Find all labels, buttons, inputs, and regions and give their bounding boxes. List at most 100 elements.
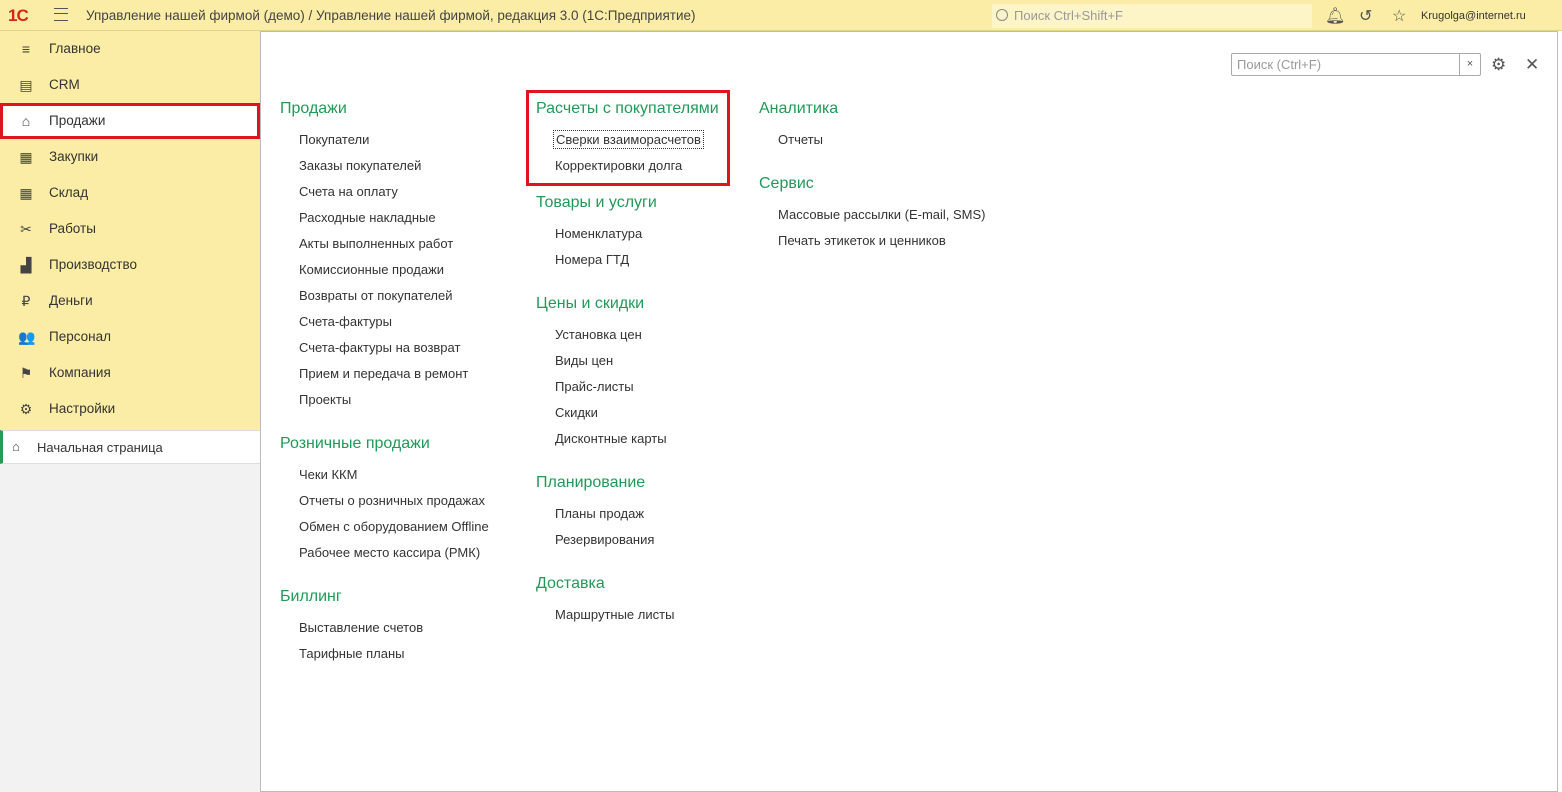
menu-link[interactable]: Сверки взаиморасчетов [536,130,719,158]
history-icon[interactable]: ↺ [1359,6,1372,26]
sidebar-item[interactable]: ✂ Работы [0,211,260,247]
sidebar-item[interactable]: ▦ Закупки [0,139,260,175]
section-icon: ✂ [20,221,32,237]
menu-link[interactable]: Прием и передача в ремонт [280,366,491,392]
menu-link-label: Номера ГТД [555,252,630,267]
menu-link-label: Заказы покупателей [299,158,422,173]
menu-link[interactable]: Резервирования [536,532,719,558]
user-name[interactable]: Krugolga@internet.ru [1421,10,1526,22]
menu-link[interactable]: Покупатели [280,132,491,158]
star-icon[interactable]: ☆ [1392,6,1406,26]
menu-link[interactable]: Номера ГТД [536,252,719,278]
section-icon: ⚙ [19,401,33,417]
menu-link-label: Сверки взаиморасчетов [553,130,704,149]
menu-link[interactable]: Возвраты от покупателей [280,288,491,314]
menu-link-label: Проекты [299,392,352,407]
sidebar-item[interactable]: ▤ CRM [0,67,260,103]
menu-link[interactable]: Виды цен [536,353,719,379]
menu-link[interactable]: Расходные накладные [280,210,491,236]
search-placeholder: Поиск (Ctrl+F) [1237,57,1322,72]
menu-link[interactable]: Планы продаж [536,506,719,532]
menu-link[interactable]: Печать этикеток и ценников [759,233,988,259]
menu-link[interactable]: Выставление счетов [280,620,491,646]
menu-link-label: Планы продаж [555,506,645,521]
group-title: Планирование [536,474,646,491]
menu-link[interactable]: Заказы покупателей [280,158,491,184]
gear-icon[interactable]: ⚙ [1491,55,1506,75]
sidebar-item[interactable]: ₽ Деньги [0,283,260,319]
menu-link[interactable]: Дисконтные карты [536,431,719,457]
sidebar-item[interactable]: 👥 Персонал [0,319,260,355]
menu-group: Сервис Массовые рассылки (E-mail, SMS) Печ… [759,174,988,259]
menu-link[interactable]: Чеки ККМ [280,467,491,493]
main-menu-icon[interactable] [54,8,68,21]
function-search-input[interactable]: Поиск (Ctrl+F) × [1231,53,1481,76]
sidebar-item-label: Склад [49,185,89,200]
menu-link[interactable]: Маршрутные листы [536,607,719,633]
group-title: Расчеты с покупателями [536,100,719,117]
sidebar-item[interactable]: ▦ Склад [0,175,260,211]
menu-link[interactable]: Счета на оплату [280,184,491,210]
menu-link[interactable]: Отчеты [759,132,988,158]
section-icon: ⚑ [19,365,33,381]
sidebar-item-label: Работы [49,221,96,236]
menu-link-label: Виды цен [555,353,614,368]
menu-link-label: Массовые рассылки (E-mail, SMS) [778,207,986,222]
menu-link[interactable]: Счета-фактуры на возврат [280,340,491,366]
menu-link[interactable]: Корректировки долга [536,158,719,184]
menu-link-label: Прайс-листы [555,379,634,394]
menu-link-label: Тарифные планы [299,646,405,661]
menu-link[interactable]: Массовые рассылки (E-mail, SMS) [759,207,988,233]
menu-link-label: Резервирования [555,532,655,547]
group-title: Товары и услуги [536,194,657,211]
menu-link-label: Счета-фактуры на возврат [299,340,461,355]
menu-group: Продажи Покупатели Заказы покупателей Счета… [280,99,491,418]
group-title: Сервис [759,175,814,192]
menu-link[interactable]: Проекты [280,392,491,418]
search-placeholder: Поиск Ctrl+Shift+F [1014,8,1123,23]
menu-link[interactable]: Тарифные планы [280,646,491,672]
home-page-tab[interactable]: ⌂ Начальная страница [0,430,260,464]
column-1: Продажи Покупатели Заказы покупателей Счета… [280,99,491,688]
menu-link-label: Обмен с оборудованием Offline [299,519,489,534]
column-2: Расчеты с покупателями Сверки взаиморасче… [526,90,730,649]
menu-group: Биллинг Выставление счетов Тарифные планы [280,587,491,672]
menu-group: Расчеты с покупателями Сверки взаиморасче… [526,90,730,186]
menu-group: Аналитика Отчеты [759,99,988,158]
menu-link[interactable]: Рабочее место кассира (РМК) [280,545,491,571]
sidebar-item[interactable]: ▟ Производство [0,247,260,283]
sidebar-item[interactable]: ⚑ Компания [0,355,260,391]
menu-link-label: Возвраты от покупателей [299,288,453,303]
menu-link-label: Расходные накладные [299,210,436,225]
menu-link[interactable]: Счета-фактуры [280,314,491,340]
menu-link[interactable]: Комиссионные продажи [280,262,491,288]
menu-link[interactable]: Акты выполненных работ [280,236,491,262]
menu-link-label: Покупатели [299,132,370,147]
menu-link-label: Счета-фактуры [299,314,392,329]
menu-group: Планирование Планы продаж Резервирования [536,473,719,558]
close-icon[interactable]: ✕ [1525,55,1539,75]
global-search-input[interactable]: Поиск Ctrl+Shift+F [992,4,1312,28]
sidebar-item[interactable]: ≡ Главное [0,31,260,67]
bell-icon[interactable]: 🔔︎ [1325,6,1345,26]
sidebar-item[interactable]: ⚙ Настройки [0,391,260,427]
clear-search-button[interactable]: × [1459,54,1480,75]
sidebar-item-label: Главное [49,41,101,56]
menu-link-label: Отчеты о розничных продажах [299,493,485,508]
window-title: Управление нашей фирмой (демо) / Управле… [86,8,696,23]
menu-link[interactable]: Скидки [536,405,719,431]
home-label: Начальная страница [37,440,163,455]
group-title: Цены и скидки [536,295,645,312]
menu-link-label: Рабочее место кассира (РМК) [299,545,481,560]
menu-link[interactable]: Номенклатура [536,226,719,252]
home-icon: ⌂ [12,439,20,454]
sidebar-item[interactable]: ⌂ Продажи [0,103,260,139]
menu-link[interactable]: Установка цен [536,327,719,353]
group-title: Доставка [536,575,605,592]
menu-link-label: Скидки [555,405,598,420]
sidebar-item-label: Производство [49,257,138,272]
menu-link[interactable]: Прайс-листы [536,379,719,405]
menu-link[interactable]: Отчеты о розничных продажах [280,493,491,519]
menu-link[interactable]: Обмен с оборудованием Offline [280,519,491,545]
search-icon [996,9,1008,21]
